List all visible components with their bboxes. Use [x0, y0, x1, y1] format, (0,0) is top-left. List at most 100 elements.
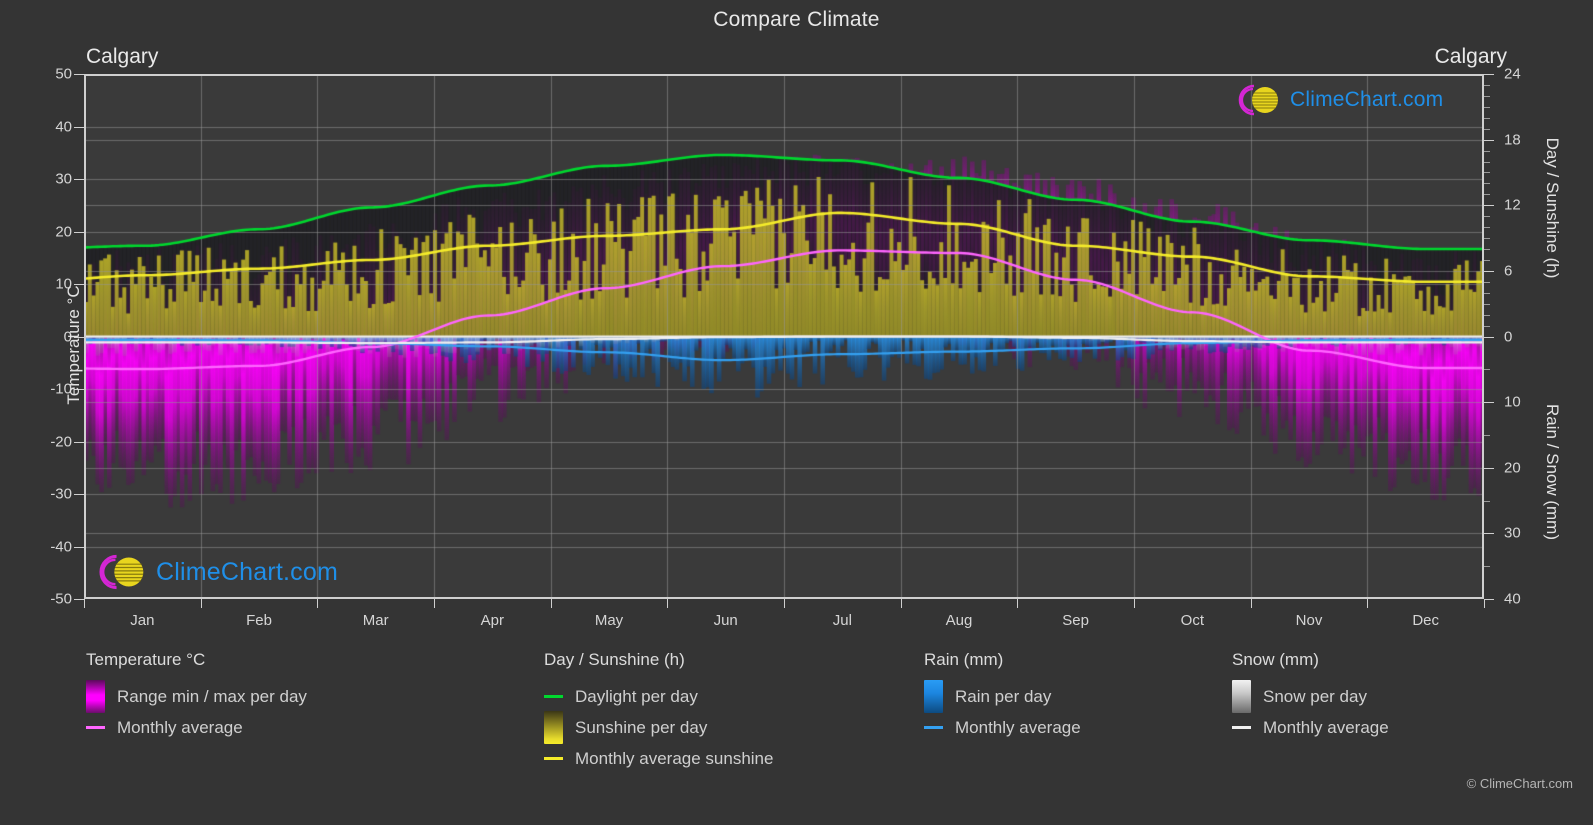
y-axis-minor-tick	[1484, 183, 1490, 185]
y-axis-minor-tick	[1484, 369, 1490, 371]
chart-canvas	[84, 74, 1484, 599]
y-axis-tickmark-right	[1484, 270, 1494, 272]
swatch-daylight	[544, 695, 563, 698]
swatch-wrap	[544, 695, 563, 698]
legend-item[interactable]: Monthly average	[1232, 712, 1389, 743]
x-axis-tick-aug: Aug	[945, 612, 973, 629]
y-axis-minor-tick	[1484, 292, 1490, 294]
x-axis-tick-feb: Feb	[246, 612, 272, 629]
swatch-sunshine-range	[544, 711, 563, 744]
legend-group-day-sunshine: Day / Sunshine (h) Daylight per day Suns…	[544, 650, 773, 774]
watermark-text-bottom: ClimeChart.com	[156, 557, 338, 586]
page-title: Compare Climate	[713, 8, 880, 31]
x-axis-tick-jul: Jul	[832, 612, 852, 629]
x-axis-tickmark	[1017, 599, 1019, 608]
copyright-text: © ClimeChart.com	[1466, 776, 1573, 791]
y-axis-tick-left: 20	[55, 223, 72, 240]
legend-item[interactable]: Monthly average	[924, 712, 1081, 743]
legend-label: Monthly average	[1263, 717, 1389, 737]
y-axis-minor-tick	[1484, 249, 1490, 250]
y-axis-tickmark-right	[1484, 336, 1494, 338]
x-axis-tickmark	[784, 599, 785, 608]
y-axis-minor-tick	[1484, 150, 1490, 152]
y-axis-minor-tick	[1484, 227, 1490, 229]
swatch-wrap	[544, 757, 563, 760]
x-axis-tickmark	[1134, 599, 1135, 608]
x-axis-tickmark	[434, 599, 435, 608]
x-axis-tickmark	[317, 599, 319, 608]
x-axis-tick-may: May	[594, 612, 624, 629]
y-axis-minor-tick	[1484, 566, 1490, 568]
swatch-sunshine-average	[544, 757, 563, 760]
chart-legend: Temperature °C Range min / max per day M…	[0, 650, 1593, 810]
y-axis-minor-tick	[1484, 161, 1490, 163]
x-axis-tick-oct: Oct	[1180, 612, 1204, 629]
swatch-temperature-range	[86, 680, 105, 713]
y-axis-tick-left: -50	[50, 590, 72, 608]
legend-group-temperature: Temperature °C Range min / max per day M…	[86, 650, 307, 743]
legend-label: Daylight per day	[575, 686, 698, 706]
y-axis-tickmark-right	[1484, 599, 1494, 600]
watermark-logo-bottom: ClimeChart.com	[92, 549, 338, 595]
legend-heading-day-sunshine: Day / Sunshine (h)	[544, 650, 685, 669]
legend-item[interactable]: Monthly average sunshine	[544, 743, 773, 774]
y-axis-minor-tick	[1484, 238, 1490, 240]
y-axis-minor-tick	[1484, 314, 1490, 316]
x-axis-tickmark	[900, 599, 902, 608]
x-axis-tick-mar: Mar	[362, 612, 389, 629]
y-axis-tickmark-right	[1484, 205, 1494, 207]
y-axis-tickmark-right	[1484, 402, 1494, 404]
legend-label: Monthly average	[955, 717, 1081, 737]
legend-item[interactable]: Range min / max per day	[86, 680, 307, 713]
x-axis-tick-dec: Dec	[1412, 612, 1439, 629]
x-axis-tickmark	[1484, 599, 1485, 608]
y-axis-tickmark-right	[1484, 139, 1494, 141]
swatch-wrap	[924, 726, 943, 729]
y-axis-tickmark-left	[74, 231, 84, 233]
y-axis-minor-tick	[1484, 325, 1490, 327]
y-axis-label-right-top: Day / Sunshine (h)	[1543, 137, 1562, 279]
x-axis-tickmark	[550, 599, 552, 608]
legend-label: Monthly average	[117, 717, 243, 737]
legend-item[interactable]: Daylight per day	[544, 681, 773, 712]
x-axis-tick-nov: Nov	[1295, 612, 1323, 629]
x-axis-tickmark	[1250, 599, 1252, 608]
y-axis-tickmark-right	[1484, 467, 1494, 469]
city-label-left: Calgary	[86, 45, 159, 68]
legend-item[interactable]: Monthly average	[86, 712, 307, 743]
city-label-right: Calgary	[1434, 45, 1507, 68]
x-axis-tickmark	[1367, 599, 1369, 608]
y-axis-tick-left: 50	[55, 65, 72, 83]
legend-group-snow: Snow (mm) Snow per day Monthly average	[1232, 650, 1389, 743]
y-axis-tick-left: -40	[50, 538, 72, 555]
y-axis-minor-tick	[1484, 259, 1490, 261]
y-axis-tick-right-top: 24	[1504, 65, 1521, 83]
swatch-rain-average	[924, 726, 943, 729]
y-axis-minor-tick	[1484, 95, 1490, 97]
legend-heading-snow: Snow (mm)	[1232, 650, 1319, 669]
legend-label: Rain per day	[955, 686, 1052, 706]
swatch-snow-average	[1232, 726, 1251, 729]
x-axis-tickmark	[200, 599, 202, 608]
legend-heading-rain: Rain (mm)	[924, 650, 1004, 669]
swatch-temperature-average	[86, 726, 105, 729]
y-axis-minor-tick	[1484, 194, 1490, 196]
x-axis-tickmark	[667, 599, 669, 608]
legend-label: Snow per day	[1263, 686, 1367, 706]
legend-item[interactable]: Snow per day	[1232, 680, 1389, 713]
legend-label: Range min / max per day	[117, 686, 307, 706]
y-axis-tick-left: -30	[50, 485, 72, 503]
y-axis-minor-tick	[1484, 500, 1490, 502]
legend-heading-temperature: Temperature °C	[86, 650, 206, 669]
y-axis-minor-tick	[1484, 128, 1490, 130]
legend-item[interactable]: Sunshine per day	[544, 711, 773, 744]
y-axis-tickmark-left	[74, 494, 84, 495]
x-axis-tick-apr: Apr	[480, 612, 504, 629]
y-axis-minor-tick	[1484, 434, 1490, 436]
y-axis-tickmark-right	[1484, 74, 1494, 75]
y-axis-tickmark-left	[74, 599, 84, 600]
y-axis-tickmark-left	[74, 546, 84, 548]
swatch-wrap	[86, 726, 105, 729]
legend-item[interactable]: Rain per day	[924, 680, 1081, 713]
legend-label: Monthly average sunshine	[575, 748, 774, 768]
